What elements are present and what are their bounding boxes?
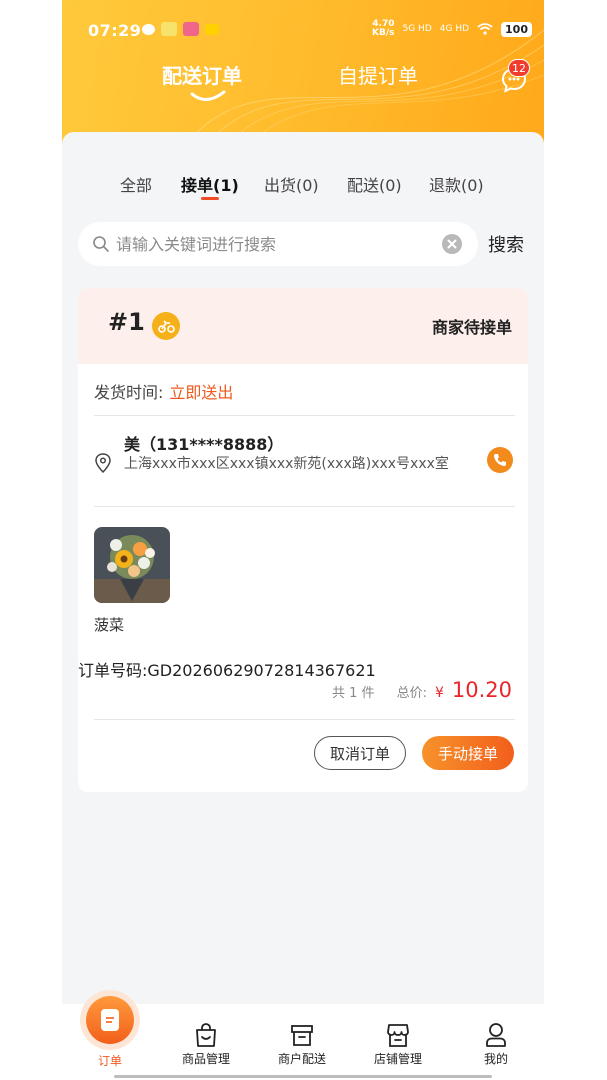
divider (94, 415, 515, 416)
order-status-tabs: 全部 接单(1) 出货(0) 配送(0) 退款(0) (62, 172, 544, 202)
search-icon (93, 236, 109, 252)
tab-all[interactable]: 全部 (120, 172, 152, 196)
app-icon (161, 22, 177, 36)
tab-shipping[interactable]: 出货(0) (264, 172, 319, 196)
recipient-name: 美（131****8888） (124, 435, 284, 454)
nav-label: 店铺管理 (373, 1052, 422, 1066)
status-time: 07:29 (88, 21, 142, 40)
clear-search-icon[interactable] (442, 234, 462, 254)
tab-pickup-orders[interactable]: 自提订单 (338, 60, 418, 89)
delivery-rider-icon (152, 312, 180, 340)
battery-indicator: 100 (501, 21, 532, 37)
divider (94, 506, 515, 507)
tab-accept[interactable]: 接单(1) (181, 172, 239, 196)
nav-profile[interactable]: 我的 (448, 1004, 544, 1080)
goods-name: 菠菜 (94, 616, 125, 634)
nav-label: 我的 (483, 1052, 508, 1066)
signal-5g: 5G HD (402, 24, 432, 34)
wifi-icon (477, 23, 493, 35)
status-right-group: 4.70 KB/s 5G HD 4G HD 100 (372, 20, 532, 38)
meituan-icon (205, 23, 219, 35)
order-number: #1 (108, 308, 145, 336)
total-label: 总价: (396, 686, 427, 701)
tab-delivery-orders[interactable]: 配送订单 (162, 60, 242, 89)
search-input[interactable] (116, 233, 436, 255)
order-icon (86, 996, 134, 1044)
ship-time-value: 立即送出 (169, 383, 234, 402)
active-tab-indicator (190, 90, 226, 101)
search-bar: 搜索 (78, 222, 532, 266)
tab-delivering[interactable]: 配送(0) (347, 172, 402, 196)
total-price: 10.20 (451, 678, 512, 702)
nav-label: 商户配送 (277, 1052, 326, 1066)
shopping-bag-icon (196, 1023, 216, 1047)
tab-refund[interactable]: 退款(0) (429, 172, 484, 196)
ship-time-row: 发货时间: 立即送出 (94, 379, 233, 403)
nav-goods-management[interactable]: 商品管理 (158, 1004, 254, 1080)
app-icon (183, 22, 199, 36)
nav-label: 商品管理 (181, 1052, 230, 1066)
call-button[interactable] (487, 447, 513, 473)
item-quantity: 共 1 件 (332, 686, 375, 701)
location-pin-icon (95, 453, 111, 473)
search-button[interactable]: 搜索 (488, 231, 524, 257)
recipient-address: 上海xxx市xxx区xxx镇xxx新苑(xxx路)xxx号xxx室 (124, 456, 449, 472)
ship-time-label: 发货时间: (94, 383, 164, 402)
cancel-order-button[interactable]: 取消订单 (314, 736, 406, 770)
home-indicator[interactable] (114, 1075, 492, 1078)
wechat-icon (142, 23, 155, 35)
currency-symbol: ¥ (434, 685, 444, 701)
bottom-navigation: 订单 商品管理 商户配送 店铺管理 我的 (62, 996, 544, 1080)
store-icon (387, 1024, 409, 1047)
divider (94, 719, 515, 720)
order-card-header: #1 商家待接单 (78, 288, 528, 364)
address-block: 美（131****8888） 上海xxx市xxx区xxx镇xxx新苑(xxx路)… (94, 431, 515, 495)
box-icon (291, 1025, 313, 1046)
signal-4g: 4G HD (439, 24, 470, 34)
order-type-tabs: 配送订单 自提订单 (62, 60, 544, 101)
order-card: #1 商家待接单 发货时间: 立即送出 美（131****8888） 上海xxx… (78, 288, 528, 792)
nav-merchant-delivery[interactable]: 商户配送 (254, 1004, 350, 1080)
header: 07:29 4.70 KB/s 5G HD 4G HD 100 配送订单 自提订… (62, 0, 544, 150)
order-state: 商家待接单 (431, 318, 512, 337)
status-notification-icons (142, 22, 219, 36)
app-screen: 07:29 4.70 KB/s 5G HD 4G HD 100 配送订单 自提订… (62, 0, 544, 1080)
message-count-badge: 12 (508, 59, 530, 77)
net-speed-unit: KB/s (372, 28, 395, 38)
order-summary: 共 1 件 总价: ¥ 10.20 (332, 678, 512, 702)
goods-image[interactable] (94, 527, 170, 603)
nav-orders[interactable]: 订单 (62, 996, 158, 1080)
main-content: 全部 接单(1) 出货(0) 配送(0) 退款(0) 请输入关键词进行搜索 搜索… (62, 132, 544, 1004)
net-speed: 4.70 KB/s (372, 20, 394, 38)
active-status-underline (201, 197, 219, 200)
phone-icon (494, 454, 506, 466)
search-box (78, 222, 478, 266)
status-bar: 07:29 4.70 KB/s 5G HD 4G HD 100 (62, 18, 544, 44)
accept-order-button[interactable]: 手动接单 (422, 736, 514, 770)
nav-label: 订单 (97, 1054, 122, 1068)
nav-store-management[interactable]: 店铺管理 (350, 1004, 446, 1080)
user-icon (486, 1023, 506, 1047)
